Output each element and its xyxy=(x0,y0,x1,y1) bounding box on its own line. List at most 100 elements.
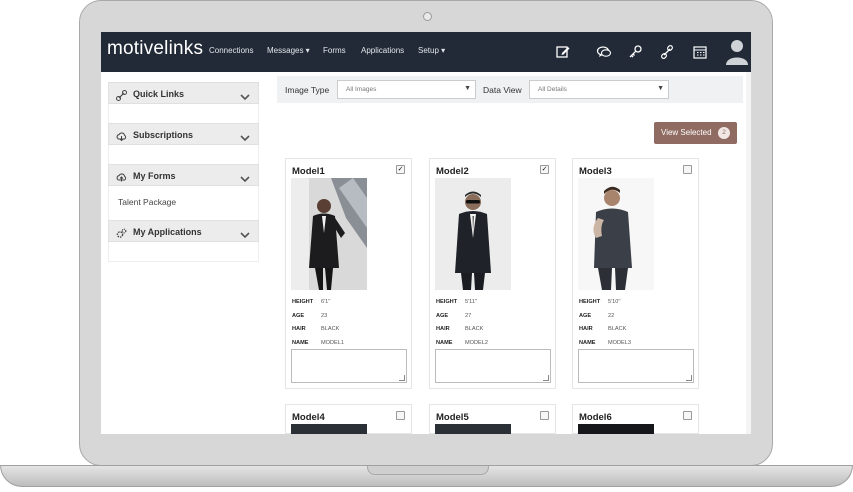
chevron-down-icon[interactable] xyxy=(240,171,250,183)
filter-bar: Image Type All Images ▼ Data View All De… xyxy=(277,76,743,103)
name-value: MODEL2 xyxy=(465,340,489,346)
sidebar-item-talent-package[interactable]: Talent Package xyxy=(118,197,176,207)
brand-logo[interactable]: motivelinks xyxy=(107,38,203,60)
height-value: 5'10'' xyxy=(608,299,621,305)
name-label: NAME xyxy=(292,340,309,346)
name-label: NAME xyxy=(579,340,596,346)
gears-icon xyxy=(116,226,127,238)
view-selected-button[interactable]: View Selected 2 xyxy=(654,122,737,144)
view-selected-label: View Selected xyxy=(661,128,712,137)
image-type-select[interactable]: All Images ▼ xyxy=(337,80,476,99)
notes-textarea[interactable] xyxy=(435,349,551,383)
sidebar-section-quick-links[interactable]: Quick Links xyxy=(108,82,259,104)
image-type-value: All Images xyxy=(346,86,377,93)
model-card[interactable]: Model2 ✓ HEIGHT 5'11'' AGE 27 HAIR BLACK… xyxy=(429,158,556,389)
select-checkbox[interactable] xyxy=(540,411,549,420)
height-label: HEIGHT xyxy=(579,299,601,305)
data-view-label: Data View xyxy=(483,85,522,95)
hair-label: HAIR xyxy=(579,326,593,332)
select-checkbox[interactable]: ✓ xyxy=(396,165,405,174)
sidebar-section-my-applications[interactable]: My Applications xyxy=(108,220,259,242)
nav-connections[interactable]: Connections xyxy=(209,46,253,55)
sidebar: Quick Links Subscriptions My Forms Talen… xyxy=(108,82,259,262)
select-checkbox[interactable] xyxy=(396,411,405,420)
chevron-down-icon[interactable] xyxy=(240,227,250,239)
sidebar-section-my-forms[interactable]: My Forms xyxy=(108,164,259,186)
nav-messages[interactable]: Messages ▾ xyxy=(267,46,310,55)
age-label: AGE xyxy=(436,313,449,319)
sidebar-section-label: My Forms xyxy=(133,171,176,181)
model-card[interactable]: Model1 ✓ HEIGHT 6'1'' AGE 23 HAIR BLACK … xyxy=(285,158,412,389)
chevron-down-icon[interactable] xyxy=(240,130,250,142)
laptop-notch xyxy=(367,466,489,475)
nav-setup[interactable]: Setup ▾ xyxy=(418,46,445,55)
chat-icon[interactable] xyxy=(596,44,612,60)
image-type-label: Image Type xyxy=(285,85,330,95)
model-title: Model2 xyxy=(436,166,469,177)
model-card[interactable]: Model4 xyxy=(285,404,412,434)
notes-textarea[interactable] xyxy=(578,349,694,383)
sidebar-section-body: Talent Package xyxy=(108,186,259,220)
hair-value: BLACK xyxy=(321,326,340,332)
model-card[interactable]: Model6 xyxy=(572,404,699,434)
model-title: Model4 xyxy=(292,412,325,423)
name-value: MODEL1 xyxy=(321,340,345,346)
model-photo[interactable] xyxy=(291,424,367,434)
hair-value: BLACK xyxy=(465,326,484,332)
model-card[interactable]: Model5 xyxy=(429,404,556,434)
sidebar-section-label: My Applications xyxy=(133,227,202,237)
chevron-down-icon[interactable] xyxy=(240,89,250,101)
sidebar-section-subscriptions[interactable]: Subscriptions xyxy=(108,123,259,145)
height-value: 5'11'' xyxy=(465,299,478,305)
name-value: MODEL3 xyxy=(608,340,632,346)
calendar-icon[interactable] xyxy=(692,44,708,60)
height-label: HEIGHT xyxy=(292,299,314,305)
selected-count-badge: 2 xyxy=(718,127,730,139)
model-photo[interactable] xyxy=(578,424,654,434)
age-value: 23 xyxy=(321,313,328,319)
resize-grip-icon[interactable] xyxy=(399,375,405,381)
model-card[interactable]: Model3 HEIGHT 5'10'' AGE 22 HAIR BLACK N… xyxy=(572,158,699,389)
link-icon xyxy=(116,88,127,101)
height-label: HEIGHT xyxy=(436,299,458,305)
age-label: AGE xyxy=(292,313,305,319)
model-title: Model5 xyxy=(436,412,469,423)
content-scrollbar[interactable] xyxy=(746,72,751,434)
select-checkbox[interactable] xyxy=(683,165,692,174)
notes-textarea[interactable] xyxy=(291,349,407,383)
link-icon[interactable] xyxy=(659,44,675,60)
data-view-select[interactable]: All Details ▼ xyxy=(529,80,669,99)
model-photo[interactable] xyxy=(435,178,511,290)
sidebar-section-body xyxy=(108,145,259,164)
camera-icon xyxy=(423,12,432,21)
select-checkbox[interactable]: ✓ xyxy=(540,165,549,174)
name-label: NAME xyxy=(436,340,453,346)
model-title: Model3 xyxy=(579,166,612,177)
data-view-value: All Details xyxy=(538,86,567,93)
cloud-icon xyxy=(116,170,127,182)
cloud-icon xyxy=(116,129,127,142)
nav-applications[interactable]: Applications xyxy=(361,46,404,55)
model-title: Model6 xyxy=(579,412,612,423)
sidebar-section-label: Subscriptions xyxy=(133,130,194,140)
age-value: 22 xyxy=(608,313,615,319)
nav-forms[interactable]: Forms xyxy=(323,46,346,55)
resize-grip-icon[interactable] xyxy=(686,375,692,381)
user-avatar-icon[interactable] xyxy=(725,37,749,65)
hair-label: HAIR xyxy=(292,326,306,332)
sidebar-section-body xyxy=(108,242,259,262)
model-photo[interactable] xyxy=(435,424,511,434)
sidebar-section-body xyxy=(108,104,259,123)
key-icon[interactable] xyxy=(627,44,643,60)
hair-label: HAIR xyxy=(436,326,450,332)
select-checkbox[interactable] xyxy=(683,411,692,420)
age-value: 27 xyxy=(465,313,472,319)
model-photo[interactable] xyxy=(291,178,367,290)
age-label: AGE xyxy=(579,313,592,319)
edit-icon[interactable] xyxy=(555,44,571,60)
caret-down-icon: ▼ xyxy=(657,85,664,92)
model-photo[interactable] xyxy=(578,178,654,290)
resize-grip-icon[interactable] xyxy=(543,375,549,381)
height-value: 6'1'' xyxy=(321,299,331,305)
app-screen: motivelinks Connections Messages ▾ Forms… xyxy=(101,32,751,434)
